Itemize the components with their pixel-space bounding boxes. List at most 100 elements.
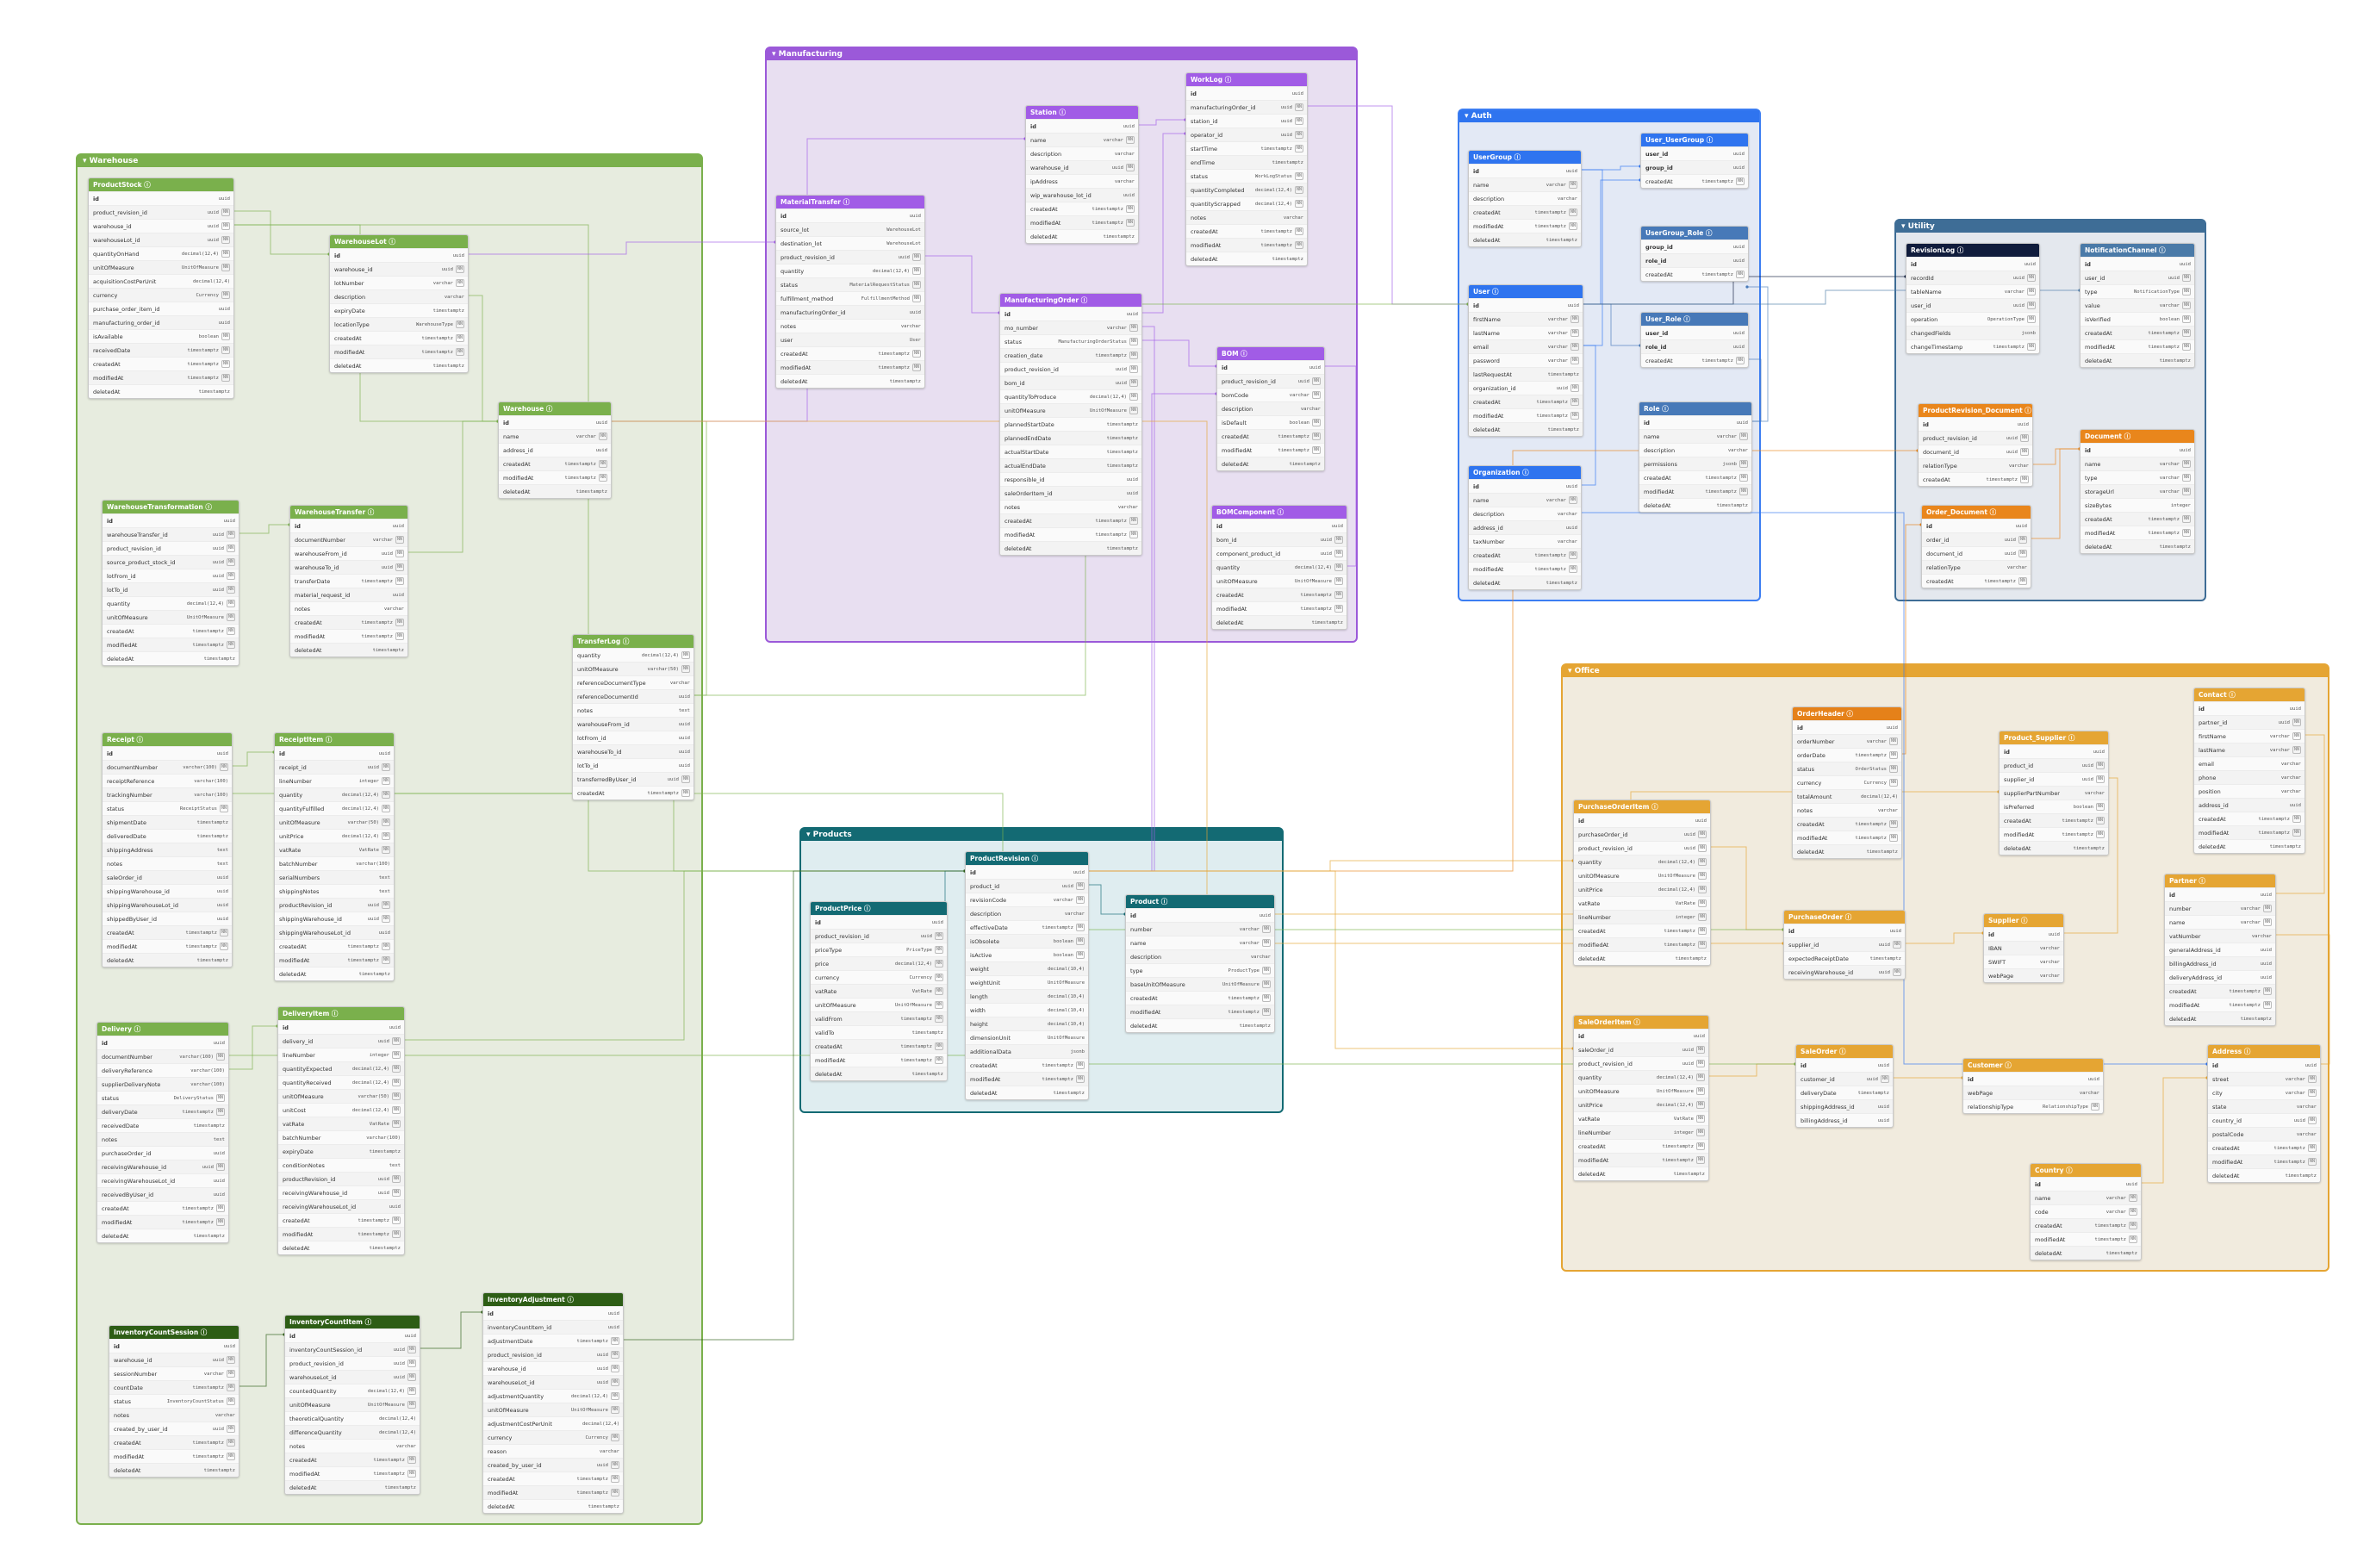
field-row[interactable]: createdAt timestamptz NN bbox=[275, 939, 394, 953]
field-row[interactable]: id uuid bbox=[2165, 887, 2275, 901]
group-header[interactable]: ▾ Auth bbox=[1459, 110, 1759, 122]
table-document[interactable]: Document ⓘ id uuid name varchar NN type varchar… bbox=[2080, 429, 2195, 554]
field-row[interactable]: lotFrom_id uuid bbox=[573, 731, 694, 744]
table-product-stock[interactable]: ProductStock ⓘ id uuid product_revision_id u… bbox=[88, 177, 234, 399]
field-row[interactable]: deletedAt timestamptz bbox=[499, 484, 611, 498]
field-row[interactable]: lineNumber integer NN bbox=[275, 774, 394, 787]
field-row[interactable]: user_id uuid bbox=[1641, 146, 1748, 160]
field-row[interactable]: group_id uuid bbox=[1641, 240, 1748, 253]
field-row[interactable]: id uuid bbox=[1126, 908, 1274, 922]
field-row[interactable]: deletedAt timestamptz bbox=[2081, 353, 2194, 367]
field-row[interactable]: effectiveDate timestamptz NN bbox=[966, 920, 1088, 934]
table-title[interactable]: TransferLog ⓘ bbox=[573, 635, 694, 648]
group-header[interactable]: ▾ Utility bbox=[1896, 221, 2205, 233]
field-row[interactable]: createdAt timestamptz NN bbox=[1793, 817, 1901, 831]
field-row[interactable]: deletedAt timestamptz bbox=[1639, 498, 1751, 512]
field-row[interactable]: id uuid bbox=[97, 1036, 228, 1049]
field-row[interactable]: deletedAt timestamptz bbox=[1793, 844, 1901, 858]
field-row[interactable]: id uuid bbox=[1919, 417, 2032, 431]
field-row[interactable]: modifiedAt timestamptz NN bbox=[1212, 601, 1347, 615]
field-row[interactable]: createdAt timestamptz NN bbox=[1639, 470, 1751, 484]
info-icon[interactable]: ⓘ bbox=[1987, 508, 1997, 516]
field-row[interactable]: sizeBytes integer bbox=[2081, 498, 2194, 512]
field-row[interactable]: type NotificationType NN bbox=[2081, 284, 2194, 298]
field-row[interactable]: countedQuantity decimal(12,4) NN bbox=[285, 1384, 420, 1397]
field-row[interactable]: trackingNumber varchar(100) bbox=[103, 787, 232, 801]
field-row[interactable]: unitOfMeasure UnitOfMeasure NN bbox=[811, 998, 947, 1011]
field-row[interactable]: lotNumber varchar NN bbox=[330, 276, 468, 289]
field-row[interactable]: createdAt timestamptz NN bbox=[89, 357, 233, 370]
info-icon[interactable]: ⓘ bbox=[2197, 877, 2205, 885]
field-row[interactable]: status InventoryCountStatus NN bbox=[109, 1394, 239, 1408]
field-row[interactable]: lastRequestAt timestamptz bbox=[1469, 367, 1583, 381]
field-row[interactable]: lotTo_id uuid bbox=[573, 758, 694, 772]
field-row[interactable]: country_id uuid NN bbox=[2208, 1113, 2320, 1127]
field-row[interactable]: deletedAt timestamptz bbox=[330, 358, 468, 372]
field-row[interactable]: receivingWarehouseLot_id uuid bbox=[97, 1173, 228, 1187]
info-icon[interactable]: ⓘ bbox=[323, 736, 333, 744]
field-row[interactable]: conditionNotes text bbox=[278, 1158, 404, 1172]
field-row[interactable]: product_revision_id uuid NN bbox=[285, 1356, 420, 1370]
info-icon[interactable]: ⓘ bbox=[1275, 508, 1284, 516]
field-row[interactable]: webPage varchar bbox=[1984, 968, 2063, 982]
field-row[interactable]: description varchar bbox=[1469, 191, 1581, 205]
field-row[interactable]: bomCode varchar NN bbox=[1217, 388, 1324, 401]
info-icon[interactable]: ⓘ bbox=[2066, 734, 2075, 742]
field-row[interactable]: createdAt timestamptz NN bbox=[285, 1453, 420, 1466]
field-row[interactable]: user_id uuid bbox=[1641, 326, 1748, 339]
table-title[interactable]: Organization ⓘ bbox=[1469, 466, 1581, 479]
group-header[interactable]: ▾ Office bbox=[1563, 665, 2328, 677]
field-row[interactable]: unitPrice decimal(12,4) NN bbox=[1574, 1098, 1708, 1111]
field-row[interactable]: description varchar bbox=[330, 289, 468, 303]
field-row[interactable]: id uuid bbox=[2081, 257, 2194, 271]
field-row[interactable]: warehouseTo_id uuid NN bbox=[290, 560, 407, 574]
field-row[interactable]: documentNumber varchar NN bbox=[290, 532, 407, 546]
field-row[interactable]: receivedByUser_id uuid bbox=[97, 1187, 228, 1201]
field-row[interactable]: id uuid bbox=[330, 248, 468, 262]
info-icon[interactable]: ⓘ bbox=[1703, 229, 1713, 237]
field-row[interactable]: bom_id uuid NN bbox=[1212, 532, 1347, 546]
field-row[interactable]: supplier_id uuid NN bbox=[2000, 772, 2108, 786]
info-icon[interactable]: ⓘ bbox=[2242, 1048, 2251, 1055]
field-row[interactable]: bom_id uuid NN bbox=[1000, 376, 1141, 389]
field-row[interactable]: deliveredDate timestamptz bbox=[103, 829, 232, 843]
field-row[interactable]: email varchar bbox=[2194, 756, 2304, 770]
field-row[interactable]: unitCost decimal(12,4) NN bbox=[278, 1103, 404, 1117]
field-row[interactable]: id uuid bbox=[1469, 298, 1583, 312]
field-row[interactable]: lotTo_id uuid NN bbox=[103, 582, 239, 596]
field-row[interactable]: modifiedAt timestamptz NN bbox=[1469, 562, 1581, 576]
table-receipt[interactable]: Receipt ⓘ id uuid documentNumber varchar(100… bbox=[102, 732, 233, 968]
field-row[interactable]: product_revision_id uuid NN bbox=[483, 1347, 623, 1361]
info-icon[interactable]: ⓘ bbox=[329, 1010, 339, 1017]
field-row[interactable]: unitOfMeasure UnitOfMeasure NN bbox=[1574, 868, 1710, 882]
field-row[interactable]: type varchar NN bbox=[2081, 470, 2194, 484]
field-row[interactable]: delivery_id uuid NN bbox=[278, 1034, 404, 1048]
field-row[interactable]: operation OperationType NN bbox=[1906, 312, 2039, 326]
table-title[interactable]: Product_Supplier ⓘ bbox=[2000, 731, 2108, 744]
field-row[interactable]: actualStartDate timestamptz bbox=[1000, 445, 1141, 458]
table-manufacturing-order[interactable]: ManufacturingOrder ⓘ id uuid mo_number varch… bbox=[999, 293, 1142, 556]
field-row[interactable]: unitOfMeasure UnitOfMeasure NN bbox=[483, 1403, 623, 1416]
info-icon[interactable]: ⓘ bbox=[2122, 432, 2131, 440]
field-row[interactable]: relationshipType RelationshipType NN bbox=[1963, 1099, 2103, 1113]
field-row[interactable]: id uuid bbox=[2000, 744, 2108, 758]
info-icon[interactable]: ⓘ bbox=[2003, 1061, 2012, 1069]
field-row[interactable]: postalCode varchar bbox=[2208, 1127, 2320, 1141]
field-row[interactable]: status MaterialRequestStatus NN bbox=[776, 277, 924, 291]
field-row[interactable]: deletedAt timestamptz bbox=[278, 1241, 404, 1254]
field-row[interactable]: firstName varchar NN bbox=[2194, 729, 2304, 743]
field-row[interactable]: createdAt timestamptz NN bbox=[1186, 224, 1307, 238]
field-row[interactable]: createdAt timestamptz NN bbox=[1469, 205, 1581, 219]
field-row[interactable]: id uuid bbox=[103, 746, 232, 760]
field-row[interactable]: modifiedAt timestamptz NN bbox=[97, 1215, 228, 1229]
field-row[interactable]: createdAt timestamptz NN bbox=[1919, 472, 2032, 486]
field-row[interactable]: receivingWarehouse_id uuid NN bbox=[278, 1185, 404, 1199]
field-row[interactable]: modifiedAt timestamptz NN bbox=[483, 1485, 623, 1499]
table-title[interactable]: BOMComponent ⓘ bbox=[1212, 506, 1347, 519]
field-row[interactable]: receivingWarehouseLot_id uuid bbox=[278, 1199, 404, 1213]
field-row[interactable]: name varchar NN bbox=[1639, 429, 1751, 443]
info-icon[interactable]: ⓘ bbox=[1159, 898, 1168, 905]
table-title[interactable]: DeliveryItem ⓘ bbox=[278, 1007, 404, 1020]
table-title[interactable]: Role ⓘ bbox=[1639, 402, 1751, 415]
table-partner[interactable]: Partner ⓘ id uuid number varchar NN name varcha… bbox=[2164, 874, 2276, 1026]
